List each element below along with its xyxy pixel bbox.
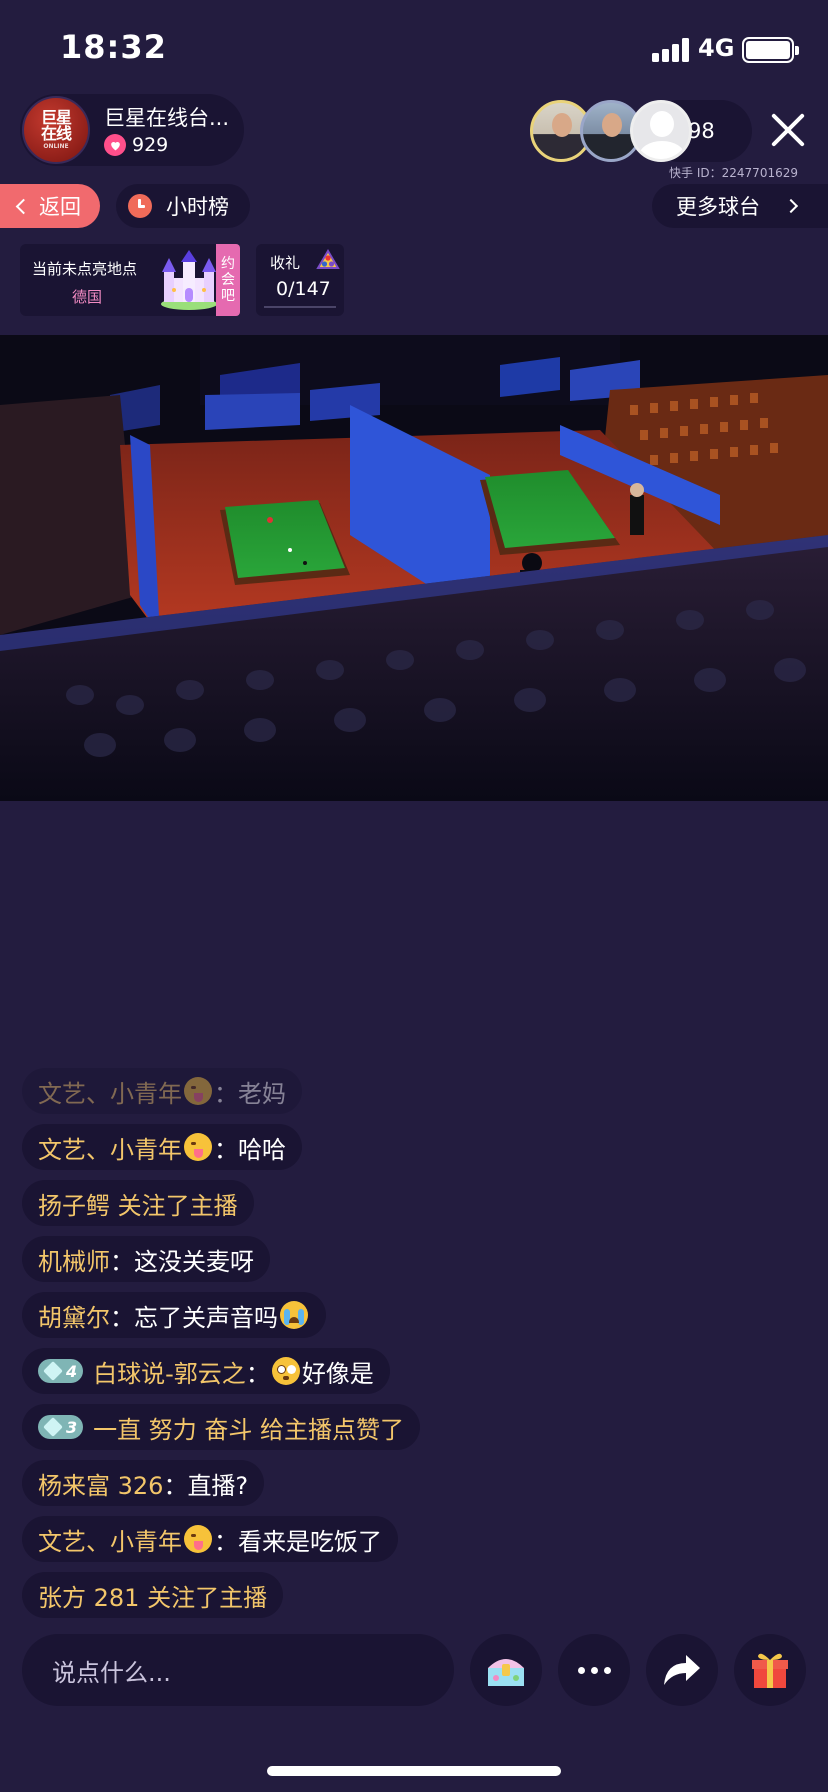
share-button[interactable] — [646, 1634, 718, 1706]
status-bar: 18:32 4G — [0, 0, 828, 100]
tongue-emoji-icon — [184, 1133, 212, 1161]
host-info[interactable]: 巨星 在线 ONLINE 巨星在线台... 929 — [20, 94, 244, 166]
chat-message: 4 白球说-郭云之：好像是 — [22, 1348, 390, 1394]
snooker-arena-scene — [0, 335, 828, 801]
likes-count: 929 — [104, 134, 168, 156]
viewer-avatar[interactable] — [630, 100, 692, 162]
location-card[interactable]: 当前未点亮地点 德国 — [20, 244, 240, 316]
status-time: 18:32 — [60, 28, 167, 66]
yuehui-tab[interactable]: 约 会 吧 — [216, 244, 240, 316]
host-avatar[interactable]: 巨星 在线 ONLINE — [22, 96, 90, 164]
hour-rank-button[interactable]: 小时榜 — [116, 184, 250, 228]
chevron-right-icon — [783, 198, 799, 214]
host-name: 巨星在线台... — [104, 106, 230, 130]
comment-input[interactable]: 说点什么... — [22, 1634, 454, 1706]
signal-icon — [652, 38, 692, 62]
location-place: 德国 — [72, 288, 103, 306]
tongue-emoji-icon — [184, 1525, 212, 1553]
chat-message: 张方 281 关注了主播 — [22, 1572, 284, 1618]
treasure-chest-icon — [488, 1659, 524, 1686]
likes-value: 929 — [132, 134, 169, 156]
share-arrow-icon — [664, 1655, 700, 1685]
chat-message: 3 一直 努力 奋斗 给主播点赞了 — [22, 1404, 421, 1450]
gift-goal-count: 0/147 — [276, 278, 331, 300]
gift-goal-progress — [264, 306, 336, 308]
chat-message: 扬子鳄 关注了主播 — [22, 1180, 254, 1226]
battery-icon — [742, 37, 799, 63]
chat-message: 机械师：这没关麦呀 — [22, 1236, 270, 1282]
gift-goal-card[interactable]: 收礼 0/147 — [256, 244, 344, 316]
more-tables-button[interactable]: 更多球台 — [652, 184, 828, 228]
castle-icon — [161, 250, 217, 310]
network-type: 4G — [698, 34, 735, 62]
chat-message: 杨来富 326：直播? — [22, 1460, 265, 1506]
cue-ball-icon — [316, 249, 340, 269]
kuaishou-id: 快手 ID：2247701629 — [669, 166, 798, 180]
chevron-left-icon — [15, 198, 32, 214]
tongue-emoji-icon — [184, 1077, 212, 1105]
chat-message: 胡黛尔：忘了关声音吗 — [22, 1292, 326, 1338]
gift-goal-label: 收礼 — [270, 254, 301, 272]
clock-icon — [128, 194, 152, 218]
more-dots-icon[interactable] — [558, 1634, 630, 1706]
back-button[interactable]: 返回 — [0, 184, 100, 228]
location-label: 当前未点亮地点 — [32, 260, 138, 278]
level-badge: 4 — [38, 1359, 84, 1383]
hour-rank-label: 小时榜 — [166, 195, 229, 219]
gift-icon — [752, 1653, 788, 1688]
flushed-emoji-icon — [271, 1357, 300, 1385]
level-badge: 3 — [38, 1415, 84, 1439]
chat-message: 文艺、小青年：哈哈 — [22, 1124, 302, 1170]
chat-message: 文艺、小青年：老妈 — [22, 1068, 302, 1114]
gift-button[interactable] — [734, 1634, 806, 1706]
live-video[interactable] — [0, 335, 828, 801]
close-icon[interactable] — [764, 106, 812, 154]
chat-message: 文艺、小青年：看来是吃饭了 — [22, 1516, 398, 1562]
home-indicator[interactable] — [267, 1766, 561, 1776]
treasure-chest-button[interactable] — [470, 1634, 542, 1706]
crying-emoji-icon — [280, 1301, 308, 1329]
back-label: 返回 — [39, 195, 81, 219]
heart-icon — [104, 134, 126, 156]
more-tables-label: 更多球台 — [676, 195, 760, 219]
